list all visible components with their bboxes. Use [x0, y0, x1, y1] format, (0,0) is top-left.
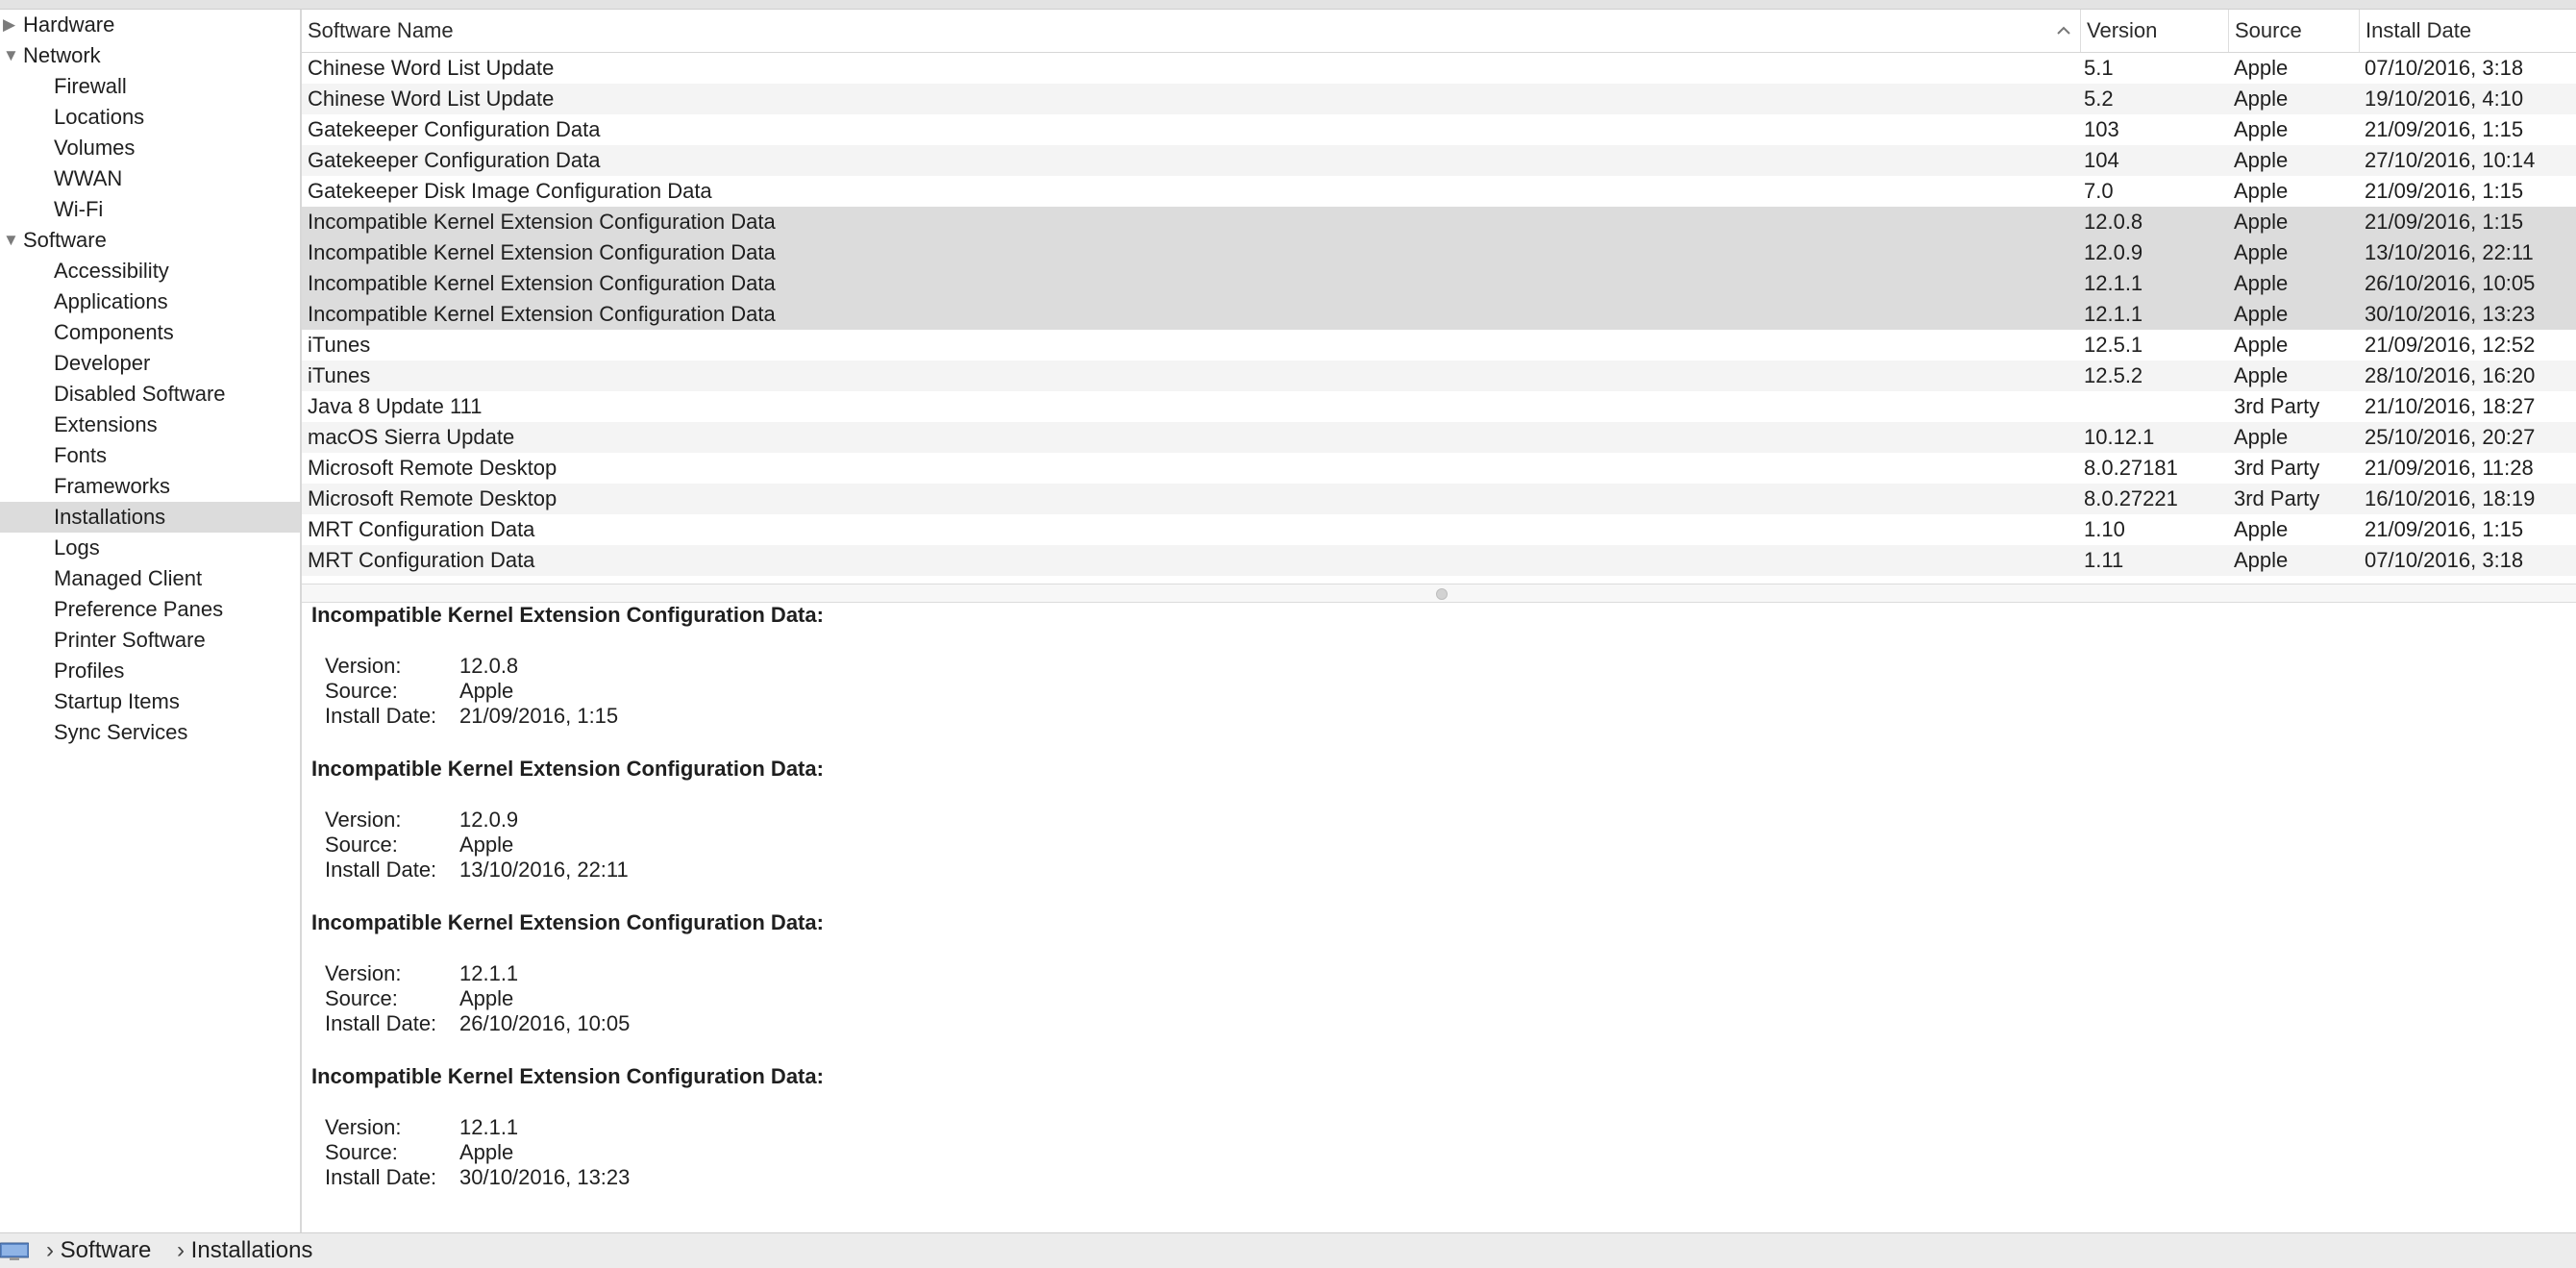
- sidebar-item-printer-software[interactable]: Printer Software: [0, 625, 300, 656]
- sidebar-item-network[interactable]: ▼ Network: [0, 40, 300, 71]
- table-row[interactable]: macOS Sierra Update 10.12.1 Apple 25/10/201…: [302, 422, 2576, 453]
- detail-entry-title: Incompatible Kernel Extension Configurat…: [311, 757, 824, 781]
- breadcrumb-software[interactable]: › Software: [46, 1233, 151, 1268]
- disclosure-down-icon[interactable]: ▼: [3, 40, 20, 71]
- split-view-divider[interactable]: [302, 584, 2576, 603]
- sidebar-item-sync-services[interactable]: Sync Services: [0, 717, 300, 748]
- table-row[interactable]: Microsoft Remote Desktop 8.0.27221 3rd Par…: [302, 484, 2576, 514]
- detail-entry-title: Incompatible Kernel Extension Configurat…: [311, 1064, 824, 1088]
- table-row[interactable]: Java 8 Update 111 3rd Party 21/10/2016, 18…: [302, 391, 2576, 422]
- sidebar-item-software[interactable]: ▼ Software: [0, 225, 300, 256]
- table-row[interactable]: MRT Configuration Data 1.11 Apple 07/10/201…: [302, 545, 2576, 576]
- disclosure-right-icon[interactable]: ▶: [3, 10, 20, 40]
- sidebar-item-extensions[interactable]: Extensions: [0, 410, 300, 440]
- table-row[interactable]: Gatekeeper Disk Image Configuration Data…: [302, 176, 2576, 207]
- sidebar: ▶ Hardware ▼ Network Firewall Locations …: [0, 10, 302, 1232]
- sidebar-item-developer[interactable]: Developer: [0, 348, 300, 379]
- sidebar-item-hardware[interactable]: ▶ Hardware: [0, 10, 300, 40]
- sidebar-item-preference-panes[interactable]: Preference Panes: [0, 594, 300, 625]
- detail-entry-title: Incompatible Kernel Extension Configurat…: [311, 910, 824, 934]
- table-row[interactable]: iTunes 12.5.1 Apple 21/09/2016, 12:52: [302, 330, 2576, 361]
- sidebar-item-profiles[interactable]: Profiles: [0, 656, 300, 686]
- path-bar: › Software › Installations: [0, 1232, 2576, 1268]
- column-header-version[interactable]: Version: [2080, 10, 2228, 52]
- disclosure-down-icon[interactable]: ▼: [3, 225, 20, 256]
- table-row-selected[interactable]: Incompatible Kernel Extension Configurat…: [302, 268, 2576, 299]
- installations-table: Software Name Version Source Install Dat…: [302, 10, 2576, 584]
- sidebar-item-logs[interactable]: Logs: [0, 533, 300, 563]
- divider-handle[interactable]: [1436, 588, 1448, 600]
- sidebar-item-installations[interactable]: Installations: [0, 502, 300, 533]
- sidebar-item-wwan[interactable]: WWAN: [0, 163, 300, 194]
- sidebar-item-managed-client[interactable]: Managed Client: [0, 563, 300, 594]
- table-row[interactable]: Chinese Word List Update 5.2 Apple 19/10/20…: [302, 84, 2576, 114]
- column-header-install-date[interactable]: Install Date: [2359, 10, 2576, 52]
- table-row[interactable]: iTunes 12.5.2 Apple 28/10/2016, 16:20: [302, 361, 2576, 391]
- sidebar-item-startup-items[interactable]: Startup Items: [0, 686, 300, 717]
- table-row[interactable]: Gatekeeper Configuration Data 103 Apple 21/…: [302, 114, 2576, 145]
- table-row[interactable]: MRT Configuration Data 1.10 Apple 21/09/201…: [302, 514, 2576, 545]
- sidebar-item-components[interactable]: Components: [0, 317, 300, 348]
- sidebar-item-applications[interactable]: Applications: [0, 286, 300, 317]
- sidebar-item-wifi[interactable]: Wi-Fi: [0, 194, 300, 225]
- sidebar-item-fonts[interactable]: Fonts: [0, 440, 300, 471]
- detail-entry: Incompatible Kernel Extension Configurat…: [311, 603, 824, 728]
- table-body: Chinese Word List Update 5.1 Apple 07/10/20…: [302, 53, 2576, 584]
- table-row[interactable]: Gatekeeper Configuration Data 104 Apple 27/…: [302, 145, 2576, 176]
- column-header-source[interactable]: Source: [2228, 10, 2359, 52]
- computer-icon[interactable]: [0, 1242, 29, 1261]
- table-header: Software Name Version Source Install Dat…: [302, 10, 2576, 53]
- table-row-selected[interactable]: Incompatible Kernel Extension Configurat…: [302, 299, 2576, 330]
- sidebar-item-locations[interactable]: Locations: [0, 102, 300, 133]
- table-row-selected[interactable]: Incompatible Kernel Extension Configurat…: [302, 207, 2576, 237]
- sidebar-item-disabled-software[interactable]: Disabled Software: [0, 379, 300, 410]
- detail-entry: Incompatible Kernel Extension Configurat…: [311, 910, 824, 1035]
- sidebar-item-frameworks[interactable]: Frameworks: [0, 471, 300, 502]
- column-header-software-name[interactable]: Software Name: [302, 10, 2080, 52]
- detail-entry-title: Incompatible Kernel Extension Configurat…: [311, 603, 824, 627]
- detail-entry: Incompatible Kernel Extension Configurat…: [311, 757, 824, 882]
- chevron-up-icon[interactable]: [2053, 18, 2074, 43]
- detail-pane: Incompatible Kernel Extension Configurat…: [302, 603, 2576, 1232]
- detail-entry: Incompatible Kernel Extension Configurat…: [311, 1064, 824, 1189]
- sidebar-item-accessibility[interactable]: Accessibility: [0, 256, 300, 286]
- breadcrumb-installations[interactable]: › Installations: [177, 1233, 312, 1268]
- sidebar-item-firewall[interactable]: Firewall: [0, 71, 300, 102]
- window-top-edge: [0, 0, 2576, 10]
- sidebar-item-volumes[interactable]: Volumes: [0, 133, 300, 163]
- table-row[interactable]: Chinese Word List Update 5.1 Apple 07/10/20…: [302, 53, 2576, 84]
- table-row[interactable]: Microsoft Remote Desktop 8.0.27181 3rd Par…: [302, 453, 2576, 484]
- table-row-selected[interactable]: Incompatible Kernel Extension Configurat…: [302, 237, 2576, 268]
